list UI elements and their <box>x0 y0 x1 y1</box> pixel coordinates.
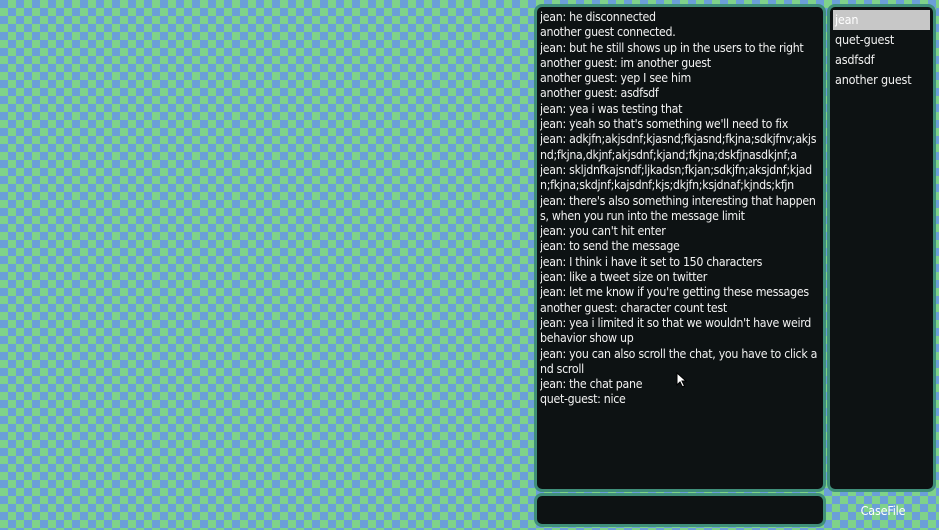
chat-message: jean: you can't hit enter <box>540 224 666 239</box>
chat-message: jean: like a tweet size on twitter <box>540 270 708 285</box>
user-list-item[interactable]: quet-guest <box>833 30 930 50</box>
chat-message: quet-guest: nice <box>540 392 626 407</box>
chat-message: another guest connected. <box>540 25 676 40</box>
chat-log[interactable]: jean: he disconnected another guest conn… <box>540 10 820 485</box>
chat-message: jean: skljdnfkajsndf;ljkadsn;fkjan;sdkjf… <box>540 162 812 193</box>
mouse-cursor-icon <box>676 372 688 388</box>
chat-message: another guest: yep I see him <box>540 71 691 86</box>
chat-message: jean: but he still shows up in the users… <box>540 40 804 55</box>
chat-message: jean: adkjfn;akjsdnf;kjasnd;fkjasnd;fkjn… <box>540 132 817 162</box>
chat-message: jean: yeah so that's something we'll nee… <box>540 117 788 132</box>
chat-message: jean: yea i was testing that <box>540 101 683 116</box>
chat-pane[interactable]: jean: he disconnected another guest conn… <box>534 4 826 492</box>
chat-message: another guest: character count test <box>540 300 727 315</box>
user-list-item[interactable]: another guest <box>833 70 930 90</box>
chat-message: another guest: im another guest <box>540 55 711 70</box>
message-input[interactable] <box>534 493 826 527</box>
user-list-item[interactable]: asdfsdf <box>833 50 930 70</box>
casefile-label: CaseFile <box>860 503 906 518</box>
chat-message: jean: to send the message <box>540 239 680 254</box>
user-list[interactable]: jean quet-guest asdfsdf another guest <box>833 10 930 90</box>
chat-message: another guest: asdfsdf <box>540 86 659 101</box>
users-pane[interactable]: jean quet-guest asdfsdf another guest <box>827 4 936 492</box>
chat-message: jean: there's also something interesting… <box>540 193 816 223</box>
user-list-item[interactable]: jean <box>833 10 930 30</box>
chat-message: jean: let me know if you're getting thes… <box>540 285 809 300</box>
chat-message: jean: I think i have it set to 150 chara… <box>540 254 763 269</box>
chat-message: jean: he disconnected <box>540 10 656 24</box>
chat-message: jean: yea i limited it so that we wouldn… <box>540 315 812 346</box>
